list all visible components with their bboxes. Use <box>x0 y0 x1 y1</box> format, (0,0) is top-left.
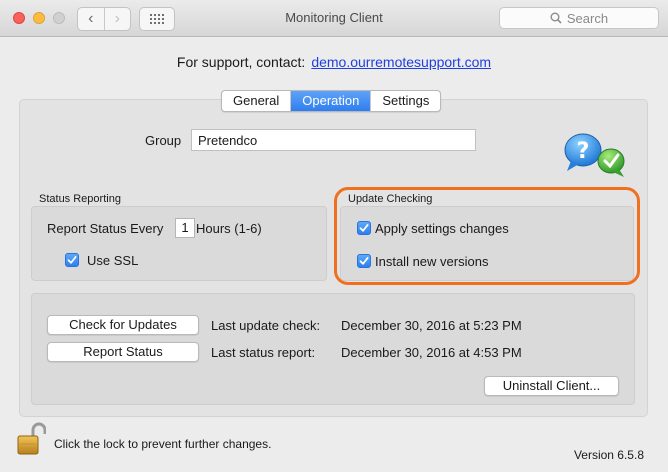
svg-text:?: ? <box>577 139 590 164</box>
version-label: Version 6.5.8 <box>573 448 644 462</box>
uninstall-client-button[interactable]: Uninstall Client... <box>484 376 619 396</box>
group-label: Group <box>145 133 182 148</box>
last-update-label: Last update check: <box>211 318 321 333</box>
support-line: For support, contact: demo.ourremotesuppo… <box>0 54 668 70</box>
status-reporting-title: Status Reporting <box>39 193 121 205</box>
hours-label: Hours (1-6) <box>196 221 262 236</box>
use-ssl-label: Use SSL <box>87 253 139 268</box>
help-chat-icon: ? <box>564 133 625 177</box>
lock-text: Click the lock to prevent further change… <box>54 437 272 451</box>
support-link[interactable]: demo.ourremotesupport.com <box>311 54 491 70</box>
report-status-button[interactable]: Report Status <box>47 342 199 362</box>
support-label: For support, contact: <box>176 54 306 70</box>
search-placeholder: Search <box>566 10 609 26</box>
group-field[interactable]: Pretendco <box>191 129 476 151</box>
lock-icon[interactable] <box>16 422 46 456</box>
hours-field[interactable]: 1 <box>175 218 195 238</box>
search-icon <box>550 12 562 24</box>
last-status-label: Last status report: <box>211 345 316 360</box>
update-checking-highlight <box>334 187 640 285</box>
use-ssl-checkbox[interactable] <box>65 253 79 267</box>
tab-operation[interactable]: Operation <box>290 91 371 111</box>
search-field[interactable]: Search <box>499 7 659 29</box>
tab-bar: General Operation Settings <box>221 90 442 112</box>
last-status-value: December 30, 2016 at 4:53 PM <box>341 345 522 360</box>
title-bar: ‹ › Monitoring Client Search <box>0 0 668 37</box>
check-updates-button[interactable]: Check for Updates <box>47 315 199 335</box>
checkmark-icon <box>67 256 77 264</box>
tab-settings[interactable]: Settings <box>370 91 440 111</box>
report-every-label: Report Status Every <box>47 221 164 236</box>
tab-general[interactable]: General <box>222 91 290 111</box>
last-update-value: December 30, 2016 at 5:23 PM <box>341 318 522 333</box>
